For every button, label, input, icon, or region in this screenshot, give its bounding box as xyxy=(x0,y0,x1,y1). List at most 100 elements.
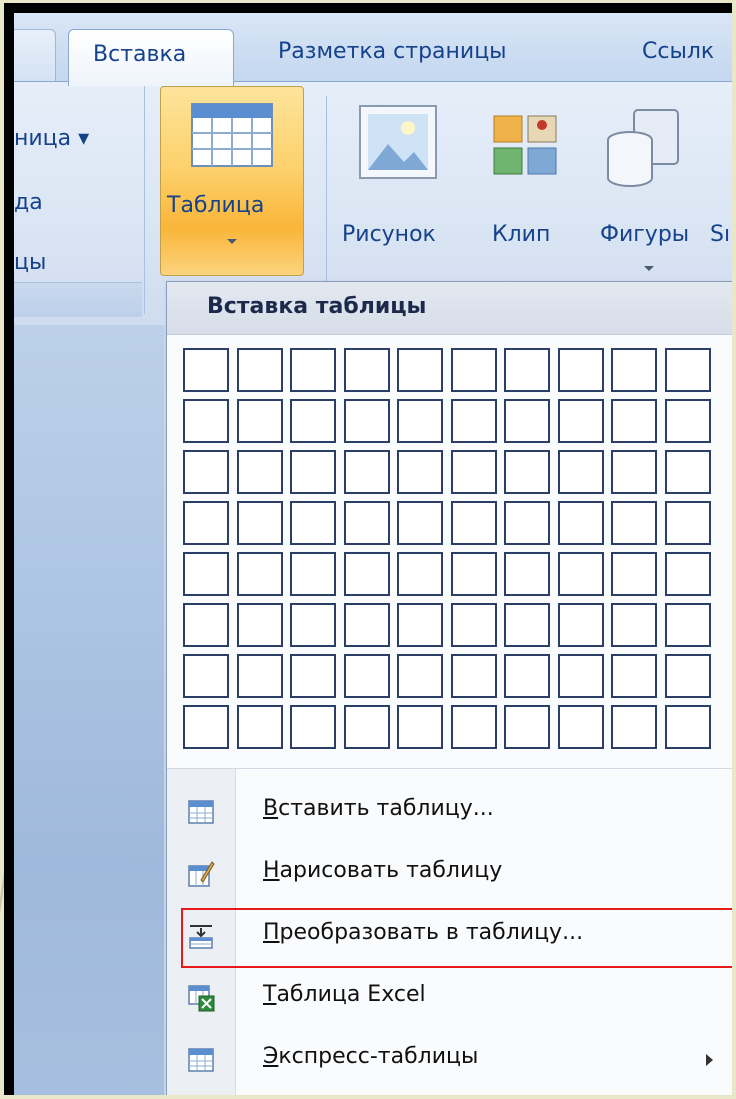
grid-cell[interactable] xyxy=(397,603,443,647)
grid-cell[interactable] xyxy=(183,552,229,596)
grid-cell[interactable] xyxy=(611,705,657,749)
grid-cell[interactable] xyxy=(290,501,336,545)
table-button[interactable]: Таблица xyxy=(160,86,304,276)
menu-item-quick-tables[interactable]: Экспресс-таблицы xyxy=(167,1032,732,1092)
tab-insert[interactable]: Вставка xyxy=(68,29,234,86)
grid-cell[interactable] xyxy=(664,501,711,545)
pages-group: ница ▾ да цы xyxy=(14,86,145,314)
document-area xyxy=(14,325,164,1095)
grid-cell[interactable] xyxy=(450,705,497,749)
grid-cell[interactable] xyxy=(397,552,443,596)
grid-cell[interactable] xyxy=(611,603,657,647)
grid-cell[interactable] xyxy=(504,501,550,545)
grid-cell[interactable] xyxy=(611,654,657,698)
grid-cell[interactable] xyxy=(557,552,604,596)
grid-cell[interactable] xyxy=(183,603,229,647)
grid-cell[interactable] xyxy=(183,348,229,392)
grid-cell[interactable] xyxy=(611,552,657,596)
clip-button[interactable]: Клип xyxy=(492,222,550,247)
grid-cell[interactable] xyxy=(343,348,390,392)
tab-references[interactable]: Ссылк xyxy=(642,39,714,79)
ribbon-item-page-break[interactable]: цы xyxy=(14,250,46,275)
grid-cell[interactable] xyxy=(557,399,604,443)
grid-cell[interactable] xyxy=(397,399,443,443)
grid-cell[interactable] xyxy=(236,348,283,392)
smartart-button[interactable]: Sı xyxy=(710,222,730,247)
grid-cell[interactable] xyxy=(664,552,711,596)
grid-cell[interactable] xyxy=(343,603,390,647)
grid-cell[interactable] xyxy=(664,348,711,392)
grid-cell[interactable] xyxy=(504,654,550,698)
grid-cell[interactable] xyxy=(290,348,336,392)
grid-cell[interactable] xyxy=(343,654,390,698)
shapes-button[interactable]: Фигуры xyxy=(600,222,689,247)
ribbon-item-cover-page[interactable]: ница ▾ xyxy=(14,126,89,151)
menu-item-draw-table[interactable]: Нарисовать таблицу xyxy=(167,846,732,906)
menu-item-excel-table[interactable]: Таблица Excel xyxy=(167,970,732,1030)
grid-cell[interactable] xyxy=(611,348,657,392)
grid-cell[interactable] xyxy=(504,450,550,494)
grid-cell[interactable] xyxy=(611,399,657,443)
grid-cell[interactable] xyxy=(183,501,229,545)
grid-cell[interactable] xyxy=(397,501,443,545)
grid-cell[interactable] xyxy=(450,348,497,392)
grid-cell[interactable] xyxy=(236,552,283,596)
grid-cell[interactable] xyxy=(397,450,443,494)
grid-cell[interactable] xyxy=(557,603,604,647)
grid-cell[interactable] xyxy=(343,501,390,545)
grid-cell[interactable] xyxy=(397,705,443,749)
tab-previous[interactable] xyxy=(14,29,56,83)
grid-cell[interactable] xyxy=(557,705,604,749)
grid-cell[interactable] xyxy=(664,450,711,494)
grid-cell[interactable] xyxy=(664,603,711,647)
grid-cell[interactable] xyxy=(397,348,443,392)
grid-cell[interactable] xyxy=(397,654,443,698)
grid-cell[interactable] xyxy=(504,705,550,749)
ribbon-item-blank-page[interactable]: да xyxy=(14,190,43,215)
grid-cell[interactable] xyxy=(504,552,550,596)
table-size-grid[interactable] xyxy=(183,348,723,752)
grid-cell[interactable] xyxy=(664,399,711,443)
grid-cell[interactable] xyxy=(290,552,336,596)
grid-cell[interactable] xyxy=(236,450,283,494)
grid-cell[interactable] xyxy=(450,501,497,545)
grid-cell[interactable] xyxy=(183,654,229,698)
grid-cell[interactable] xyxy=(236,705,283,749)
grid-cell[interactable] xyxy=(343,399,390,443)
picture-button[interactable]: Рисунок xyxy=(342,222,436,247)
grid-cell[interactable] xyxy=(290,399,336,443)
grid-cell[interactable] xyxy=(183,399,229,443)
grid-cell[interactable] xyxy=(450,552,497,596)
grid-cell[interactable] xyxy=(290,654,336,698)
grid-cell[interactable] xyxy=(343,705,390,749)
grid-cell[interactable] xyxy=(504,348,550,392)
grid-cell[interactable] xyxy=(236,654,283,698)
grid-cell[interactable] xyxy=(183,450,229,494)
grid-cell[interactable] xyxy=(183,705,229,749)
grid-cell[interactable] xyxy=(504,603,550,647)
grid-cell[interactable] xyxy=(290,705,336,749)
grid-cell[interactable] xyxy=(504,399,550,443)
grid-cell[interactable] xyxy=(290,450,336,494)
grid-cell[interactable] xyxy=(450,399,497,443)
grid-cell[interactable] xyxy=(450,603,497,647)
menu-item-insert-table[interactable]: Вставить таблицу... xyxy=(167,784,732,844)
grid-cell[interactable] xyxy=(557,450,604,494)
grid-cell[interactable] xyxy=(557,501,604,545)
tab-page-layout[interactable]: Разметка страницы xyxy=(278,39,507,79)
grid-cell[interactable] xyxy=(664,654,711,698)
grid-cell[interactable] xyxy=(236,501,283,545)
grid-cell[interactable] xyxy=(343,552,390,596)
grid-cell[interactable] xyxy=(343,450,390,494)
grid-cell[interactable] xyxy=(664,705,711,749)
grid-cell[interactable] xyxy=(557,348,604,392)
highlight-annotation xyxy=(181,908,732,968)
grid-cell[interactable] xyxy=(611,450,657,494)
grid-cell[interactable] xyxy=(236,399,283,443)
grid-cell[interactable] xyxy=(611,501,657,545)
grid-cell[interactable] xyxy=(450,450,497,494)
grid-cell[interactable] xyxy=(236,603,283,647)
grid-cell[interactable] xyxy=(290,603,336,647)
grid-cell[interactable] xyxy=(557,654,604,698)
grid-cell[interactable] xyxy=(450,654,497,698)
